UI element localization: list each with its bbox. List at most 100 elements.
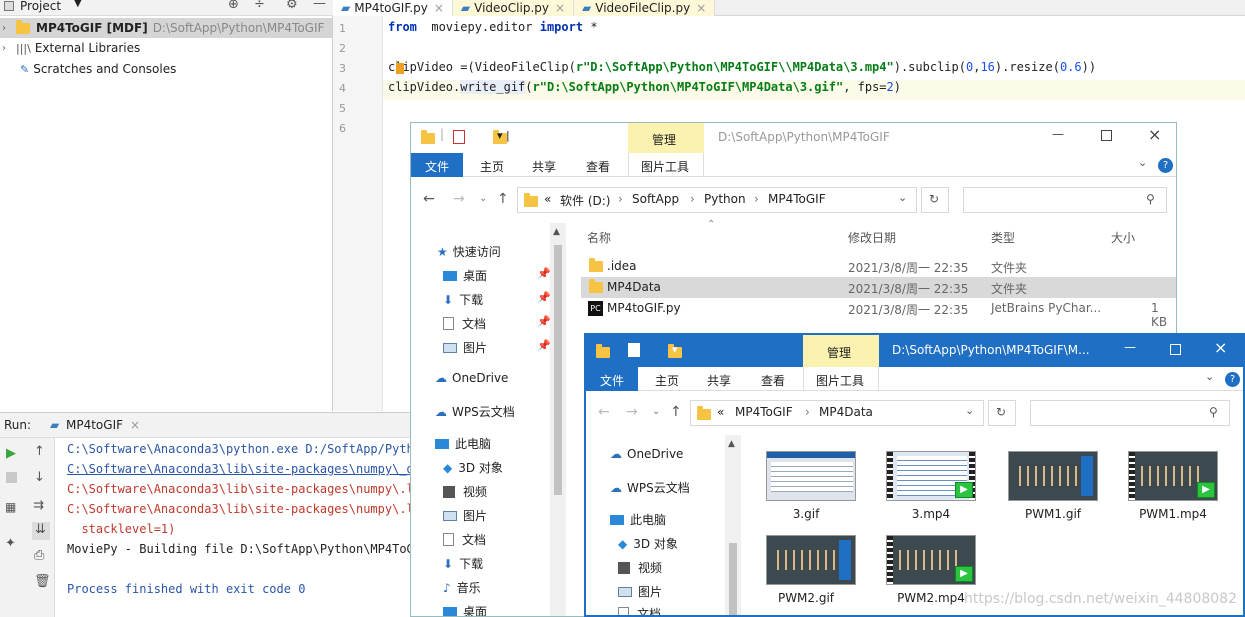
run-console[interactable]: C:\Software\Anaconda3\python.exe D:/Soft… — [55, 438, 410, 617]
chevron-right-icon[interactable]: › — [2, 23, 6, 34]
properties-icon[interactable] — [628, 343, 640, 357]
chevron-down-icon[interactable]: ⌄ — [1205, 370, 1214, 383]
up-arrow-icon[interactable]: ↑ — [670, 404, 682, 420]
properties-icon[interactable] — [453, 130, 465, 144]
sidebar-item-3d-objects[interactable]: ◆ 3D 对象 — [443, 459, 503, 476]
chevron-down-icon[interactable]: ⌄ — [1138, 156, 1147, 169]
sidebar-item-pictures[interactable]: 图片 — [618, 583, 662, 600]
sidebar-item-3d-objects[interactable]: ◆ 3D 对象 — [618, 535, 678, 552]
scrollbar-thumb[interactable] — [729, 543, 737, 615]
print-icon[interactable]: ⎙ — [34, 548, 44, 563]
pin-icon[interactable]: 📌 — [537, 339, 551, 352]
chevron-right-icon[interactable]: › — [2, 43, 6, 54]
pin-icon[interactable]: ✦ — [5, 536, 16, 551]
refresh-button[interactable]: ↻ — [988, 400, 1016, 426]
breadcrumb-overflow[interactable]: « — [544, 192, 551, 206]
console-link[interactable]: C:\Software\Anaconda3\lib\site-packages\… — [67, 462, 410, 476]
stop-icon[interactable] — [6, 472, 17, 483]
sidebar-item-videos[interactable]: 视频 — [443, 483, 487, 500]
breadcrumb-drive[interactable]: 软件 (D:) — [560, 192, 610, 209]
address-bar[interactable]: « 软件 (D:) › SoftApp › Python › MP4ToGIF … — [517, 187, 917, 213]
column-header-name[interactable]: 名称 — [587, 229, 611, 246]
back-arrow-icon[interactable]: ← — [598, 404, 610, 420]
pin-icon[interactable]: 📌 — [537, 315, 551, 328]
sidebar-item-this-pc[interactable]: 此电脑 — [435, 435, 491, 452]
pin-icon[interactable]: 📌 — [537, 267, 551, 280]
breadcrumb-mp4togif[interactable]: MP4ToGIF — [768, 192, 826, 206]
column-header-size[interactable]: 大小 — [1111, 229, 1135, 246]
address-bar[interactable]: « MP4ToGIF › MP4Data ⌄ — [690, 400, 984, 426]
tab-videoclip[interactable]: ▰ VideoClip.py × — [452, 0, 575, 16]
thumbnail-pwm1-mp4[interactable]: ▶ — [1128, 451, 1218, 501]
collapse-icon[interactable]: ÷ — [254, 0, 265, 12]
ribbon-tab-file[interactable]: 文件 — [586, 367, 638, 391]
maximize-icon[interactable] — [1170, 344, 1181, 355]
arrow-up-icon[interactable]: ↑ — [34, 444, 45, 459]
address-dropdown-icon[interactable]: ⌄ — [898, 191, 907, 204]
sidebar-scrollbar[interactable]: ▲ — [725, 435, 741, 615]
sidebar-item-desktop-pc[interactable]: 桌面 — [443, 603, 487, 616]
manage-tab[interactable]: 管理 — [628, 123, 704, 153]
minimize-icon[interactable]: — — [1124, 340, 1136, 354]
ribbon-tab-share[interactable]: 共享 — [532, 158, 556, 175]
tab-mp4togif[interactable]: ▰ MP4toGIF.py × — [333, 0, 453, 16]
soft-wrap-icon[interactable]: ⇉ — [33, 498, 44, 513]
sidebar-item-downloads-pc[interactable]: ⬇ 下载 — [443, 555, 483, 572]
tree-item-external-libraries[interactable]: › |||\ External Libraries — [0, 38, 140, 58]
file-row-selected[interactable]: MP4Data 2021/3/8/周一 22:35 文件夹 — [581, 277, 1176, 298]
pin-icon[interactable]: 📌 — [537, 291, 551, 304]
thumbnail-pwm1-gif[interactable] — [1008, 451, 1098, 501]
arrow-down-icon[interactable]: ↓ — [34, 470, 45, 485]
thumbnail-3-gif[interactable] — [766, 451, 856, 501]
ribbon-tab-picture-tools[interactable]: 图片工具 — [628, 153, 704, 177]
quick-access-dropdown-icon[interactable]: ▾ — [672, 343, 678, 356]
tab-videofileclip[interactable]: ▰ VideoFileClip.py × — [574, 0, 716, 16]
column-header-type[interactable]: 类型 — [991, 229, 1015, 246]
ribbon-tab-view[interactable]: 查看 — [586, 158, 610, 175]
close-icon[interactable]: × — [1148, 125, 1161, 144]
gear-icon[interactable]: ⚙ — [286, 0, 298, 12]
file-row[interactable]: PC MP4toGIF.py 2021/3/8/周一 22:35 JetBrai… — [581, 299, 1176, 329]
ribbon-tab-share[interactable]: 共享 — [707, 372, 731, 389]
sidebar-item-documents-pc[interactable]: 文档 — [443, 531, 486, 548]
minimize-icon[interactable]: — — [313, 0, 326, 11]
maximize-icon[interactable] — [1101, 130, 1112, 141]
chevron-down-icon[interactable]: ▼ — [74, 0, 82, 9]
help-icon[interactable]: ? — [1225, 372, 1240, 387]
address-dropdown-icon[interactable]: ⌄ — [965, 404, 974, 417]
close-icon[interactable]: × — [434, 1, 444, 15]
up-arrow-icon[interactable]: ↑ — [497, 191, 509, 207]
close-icon[interactable]: × — [555, 1, 565, 15]
forward-arrow-icon[interactable]: → — [453, 191, 465, 207]
sidebar-item-documents[interactable]: 文档 — [618, 605, 661, 615]
breadcrumb-mp4data[interactable]: MP4Data — [819, 405, 873, 419]
refresh-button[interactable]: ↻ — [921, 187, 949, 213]
sidebar-item-pictures[interactable]: 图片 — [443, 339, 487, 356]
file-row[interactable]: .idea 2021/3/8/周一 22:35 文件夹 — [581, 257, 1176, 277]
target-icon[interactable]: ⊕ — [228, 0, 239, 12]
close-icon[interactable]: × — [696, 1, 706, 15]
trash-icon[interactable]: 🗑 — [34, 574, 51, 589]
ribbon-tab-picture-tools[interactable]: 图片工具 — [803, 367, 879, 391]
ribbon-tab-home[interactable]: 主页 — [655, 372, 679, 389]
sidebar-item-wps-cloud[interactable]: ☁ WPS云文档 — [435, 403, 515, 420]
thumbnail-pwm2-mp4[interactable]: ▶ — [886, 535, 976, 585]
quick-access-dropdown-icon[interactable]: ▾ | — [497, 129, 510, 142]
thumbnail-pwm2-gif[interactable] — [766, 535, 856, 585]
sidebar-item-quick-access[interactable]: ★ 快速访问 — [437, 243, 501, 260]
column-header-date[interactable]: 修改日期 — [848, 229, 896, 246]
lightbulb-icon[interactable] — [396, 63, 404, 74]
ribbon-tab-home[interactable]: 主页 — [480, 158, 504, 175]
breadcrumb-overflow[interactable]: « — [717, 405, 724, 419]
scroll-up-icon[interactable]: ▲ — [728, 439, 735, 449]
rerun-icon[interactable]: ▶ — [6, 446, 16, 461]
sidebar-item-music[interactable]: ♪ 音乐 — [443, 579, 481, 596]
sidebar-item-this-pc[interactable]: 此电脑 — [610, 511, 666, 528]
ribbon-tab-file[interactable]: 文件 — [411, 153, 463, 177]
forward-arrow-icon[interactable]: → — [626, 404, 638, 420]
recent-dropdown-icon[interactable]: ⌄ — [652, 406, 660, 417]
ribbon-tab-view[interactable]: 查看 — [761, 372, 785, 389]
search-input[interactable]: ⚲ — [963, 187, 1167, 213]
close-icon[interactable]: × — [1214, 338, 1227, 357]
breadcrumb-python[interactable]: Python — [704, 192, 746, 206]
